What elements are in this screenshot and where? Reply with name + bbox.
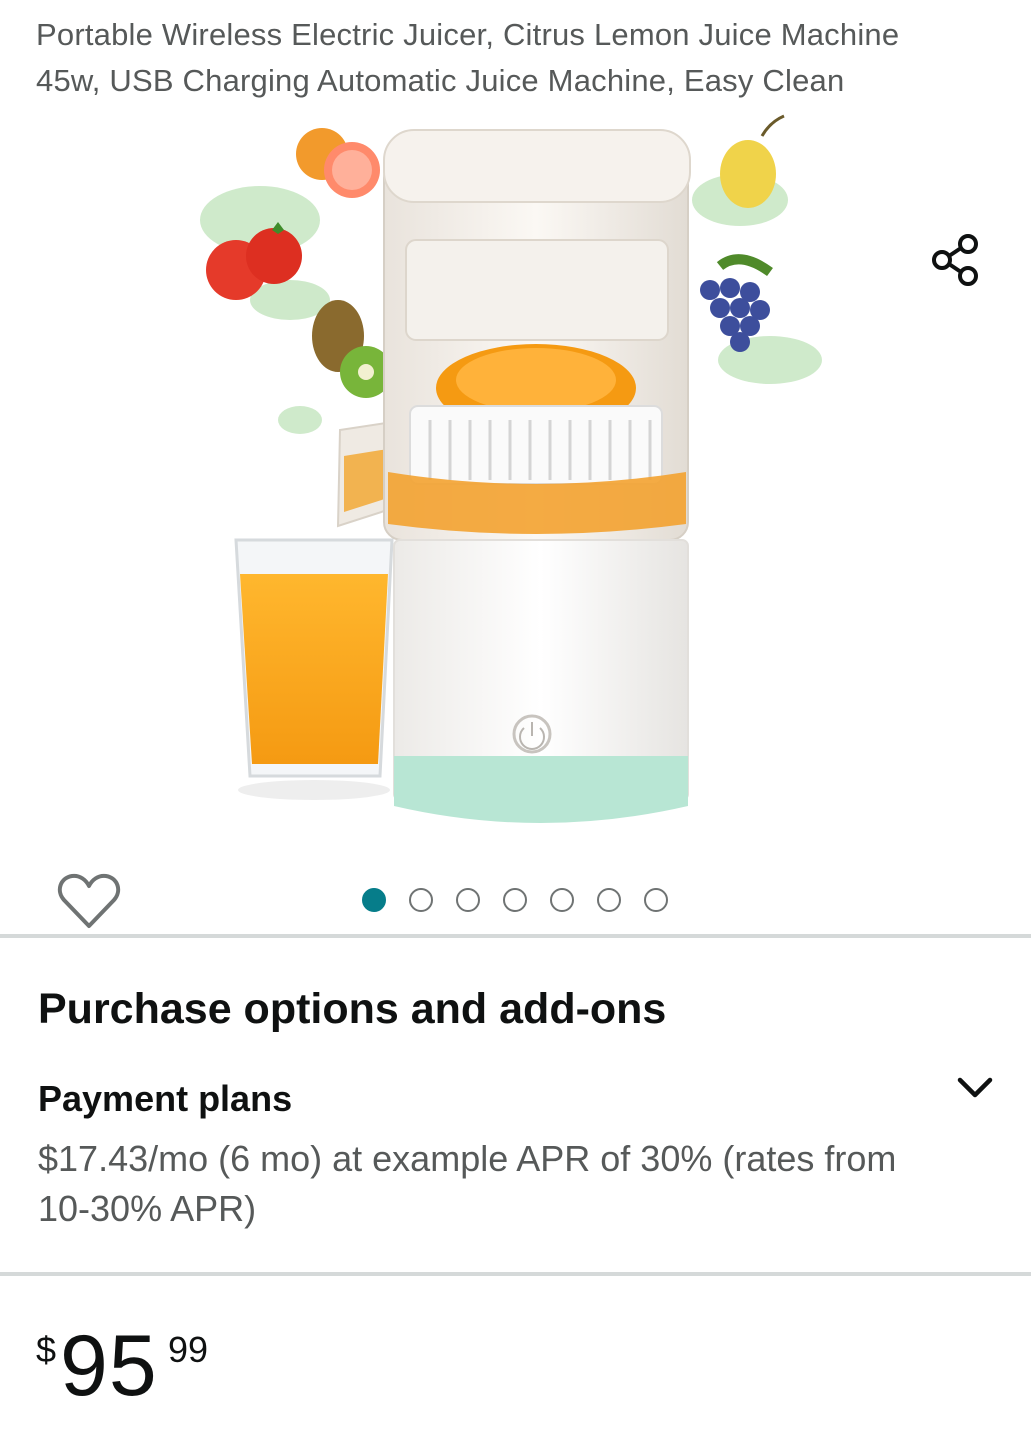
- purchase-options-heading: Purchase options and add-ons: [38, 985, 667, 1033]
- product-title: Portable Wireless Electric Juicer, Citru…: [36, 17, 900, 98]
- price-currency-symbol: $: [36, 1329, 57, 1370]
- pagination-dot-7[interactable]: [644, 888, 668, 912]
- pagination-dot-2[interactable]: [409, 888, 433, 912]
- payment-plans-label[interactable]: Payment plans: [38, 1076, 292, 1122]
- product-image[interactable]: [180, 100, 860, 860]
- chevron-down-icon: [957, 1077, 993, 1098]
- section-divider-top: [0, 934, 1031, 938]
- heart-icon: [57, 873, 121, 928]
- share-icon: [932, 234, 978, 286]
- pagination-dot-5[interactable]: [550, 888, 574, 912]
- pagination-dot-4[interactable]: [503, 888, 527, 912]
- pagination-dot-1[interactable]: [362, 888, 386, 912]
- payment-plans-description: $17.43/mo (6 mo) at example APR of 30% (…: [38, 1138, 897, 1229]
- wishlist-button[interactable]: [56, 870, 122, 932]
- image-pagination-dots[interactable]: [362, 888, 668, 912]
- payment-plans-expand-button[interactable]: [952, 1068, 998, 1108]
- price-whole: 95: [60, 1318, 158, 1414]
- product-image-gallery[interactable]: [0, 100, 1031, 928]
- share-button[interactable]: [926, 230, 986, 290]
- pagination-dot-6[interactable]: [597, 888, 621, 912]
- section-divider-bottom: [0, 1272, 1031, 1276]
- pagination-dot-3[interactable]: [456, 888, 480, 912]
- price-fraction: 99: [168, 1329, 209, 1370]
